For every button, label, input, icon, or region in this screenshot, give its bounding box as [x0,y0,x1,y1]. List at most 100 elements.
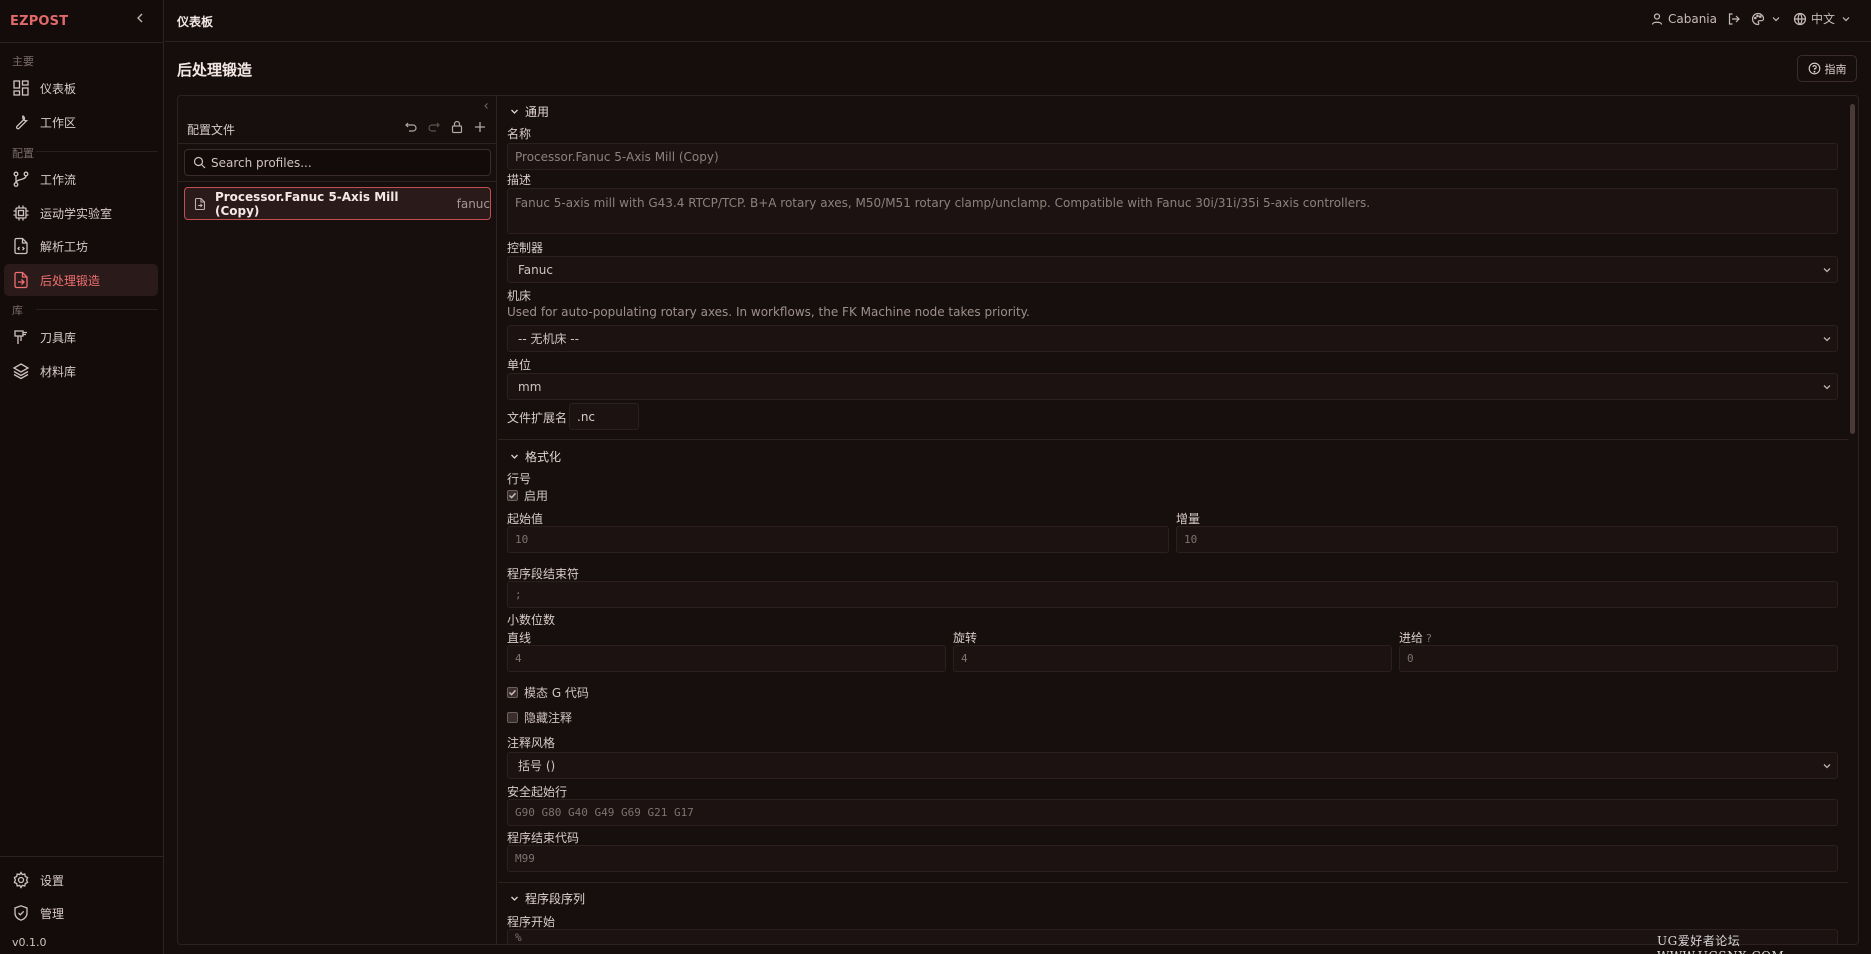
checkbox-label: 模态 G 代码 [524,686,589,700]
sidebar-item-label: 后处理锻造 [40,273,101,288]
safe-start-input[interactable]: G90 G80 G40 G49 G69 G21 G17 [507,799,1838,826]
checkbox-label: 隐藏注释 [524,711,573,725]
sidebar-item-workspace[interactable]: 工作区 [4,106,158,138]
comment-style-value: 括号 () [518,759,556,773]
rotary-decimals-input[interactable]: 4 [953,645,1392,672]
program-start-input[interactable]: % [507,929,1838,944]
feed-label-text: 进给 [1399,631,1424,645]
language-menu[interactable]: 中文 [1793,10,1853,27]
checkbox-box[interactable] [507,712,518,723]
enable-line-numbers-checkbox[interactable]: 启用 [507,487,548,504]
watermark-text: UG爱好者论坛 WWW.UGSNX.COM [1657,934,1784,954]
chevron-down-icon [511,454,518,459]
name-label: 名称 [507,127,532,141]
controller-label: 控制器 [507,241,544,255]
section-format-toggle[interactable]: 格式化 [509,448,561,465]
sidebar-item-post-forge[interactable]: 后处理锻造 [4,264,158,296]
chevron-down-icon [1823,268,1831,273]
section-divider [498,439,1848,440]
workflow-icon [13,171,29,187]
sidebar-item-label: 设置 [40,873,65,888]
description-label: 描述 [507,173,532,187]
profiles-heading: 配置文件 [187,123,236,137]
sidebar-item-label: 运动学实验室 [40,206,113,221]
sidebar-item-settings[interactable]: 设置 [4,864,158,896]
sidebar-item-kinematics-lab[interactable]: 运动学实验室 [4,197,158,229]
plus-icon[interactable] [473,120,487,134]
checkbox-box[interactable] [507,490,518,501]
collapse-pane-button[interactable] [482,100,490,113]
check-icon [509,689,517,696]
lock-icon[interactable] [450,120,464,134]
feed-decimals-input[interactable]: 0 [1399,645,1838,672]
section-title: 格式化 [525,450,562,464]
end-code-label: 程序结束代码 [507,831,580,845]
sidebar-collapse-button[interactable] [134,12,146,28]
guide-button[interactable]: 指南 [1797,55,1857,82]
profile-tag: fanuc [456,196,490,211]
tool-icon [14,330,27,344]
sidebar-item-tool-library[interactable]: 刀具库 [4,321,158,353]
machine-select[interactable]: -- 无机床 -- [507,325,1838,352]
end-code-input[interactable]: M99 [507,845,1838,872]
chevron-down-icon [1772,16,1780,21]
linear-decimals-input[interactable]: 4 [507,645,946,672]
increment-label: 增量 [1176,512,1201,526]
section-label-library: 库 [12,304,23,317]
start-value-input[interactable]: 10 [507,526,1169,553]
divider [177,181,497,182]
controller-select[interactable]: Fanuc [507,256,1838,283]
profile-list-item[interactable]: Processor.Fanuc 5-Axis Mill (Copy) fanuc [184,187,491,220]
file-export-icon [194,197,206,210]
machine-label: 机床 [507,289,532,303]
end-of-block-input[interactable]: ; [507,581,1838,608]
sidebar-item-admin[interactable]: 管理 [4,897,158,929]
redo-icon[interactable] [427,120,441,134]
controller-value: Fanuc [518,262,553,277]
section-label-config: 配置 [12,147,34,160]
profile-name: Processor.Fanuc 5-Axis Mill (Copy) [214,189,399,218]
scrollbar-thumb[interactable] [1850,104,1855,434]
chevron-down-icon [1823,764,1831,769]
checkbox-label: 启用 [524,489,549,503]
extension-input[interactable]: .nc [569,403,639,430]
modal-gcode-checkbox[interactable]: 模态 G 代码 [507,684,589,701]
section-sequence-toggle[interactable]: 程序段序列 [509,890,585,907]
search-input[interactable]: Search profiles... [184,149,491,176]
user-icon [1651,12,1663,25]
sidebar-item-workflow[interactable]: 工作流 [4,163,158,195]
sidebar-item-parse-workshop[interactable]: 解析工坊 [4,230,158,262]
name-input[interactable]: Processor.Fanuc 5-Axis Mill (Copy) [507,143,1838,170]
cpu-icon [13,205,29,221]
units-select[interactable]: mm [507,373,1838,400]
user-menu[interactable]: Cabania [1650,12,1717,26]
linear-label: 直线 [507,631,532,645]
breadcrumb: 仪表板 [177,15,214,29]
feed-help-icon[interactable]: ? [1426,632,1432,645]
description-textarea[interactable]: Fanuc 5-axis mill with G43.4 RTCP/TCP. B… [507,188,1838,234]
section-general-toggle[interactable]: 通用 [509,103,549,120]
machine-value: -- 无机床 -- [518,332,579,346]
sidebar-item-dashboard[interactable]: 仪表板 [4,72,158,104]
page-title: 后处理锻造 [177,61,253,79]
units-label: 单位 [507,358,532,372]
section-divider [36,151,158,152]
undo-icon[interactable] [404,120,418,134]
increment-input[interactable]: 10 [1176,526,1838,553]
sidebar-item-material-library[interactable]: 材料库 [4,355,158,387]
theme-menu[interactable] [1751,12,1783,26]
start-value-label: 起始值 [507,512,544,526]
sidebar-item-label: 刀具库 [40,330,77,345]
logout-icon[interactable] [1727,12,1741,26]
sidebar-divider [0,42,164,43]
hide-comments-checkbox[interactable]: 隐藏注释 [507,709,572,726]
comment-style-select[interactable]: 括号 () [507,752,1838,779]
machine-hint: Used for auto-populating rotary axes. In… [507,305,1030,319]
brand-logo: EZPOST [10,14,69,29]
sidebar-item-label: 工作区 [40,115,77,130]
divider [177,143,497,144]
end-of-block-label: 程序段结束符 [507,567,580,581]
checkbox-box[interactable] [507,687,518,698]
user-name: Cabania [1667,11,1717,26]
dashboard-icon [13,80,29,96]
